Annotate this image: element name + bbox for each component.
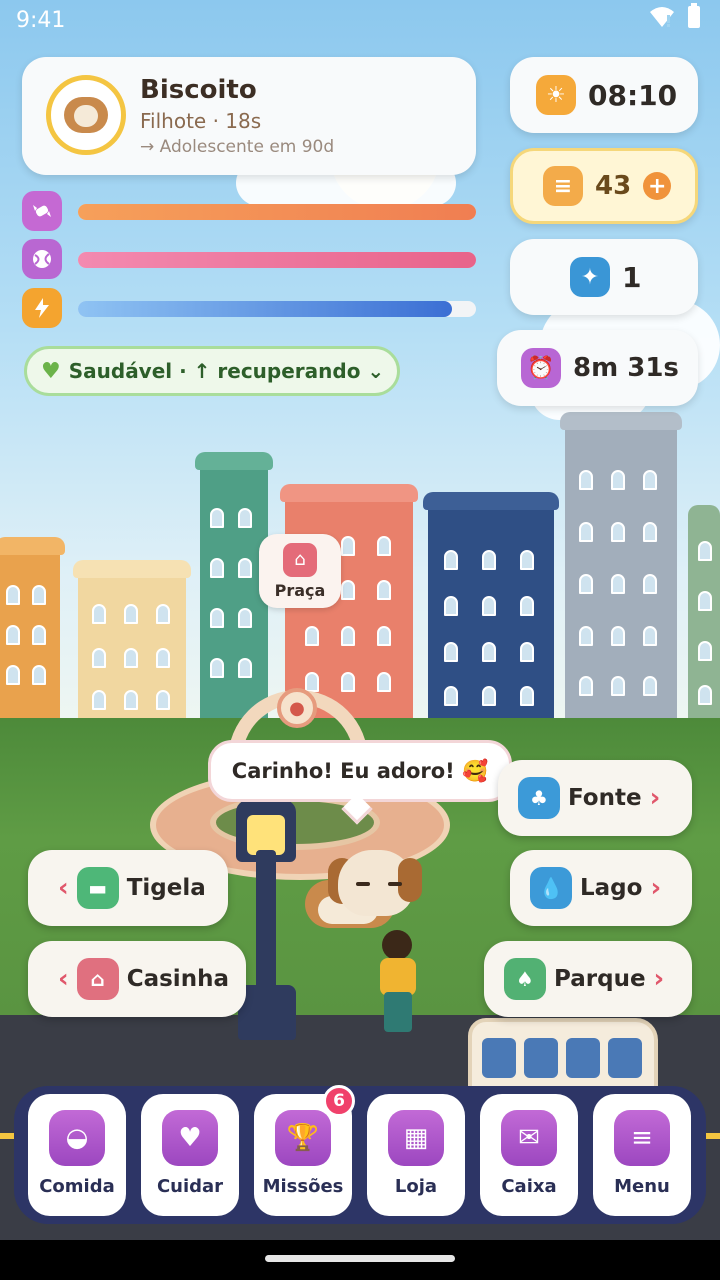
energy-stat (22, 288, 476, 328)
nav-button-tigela[interactable]: ‹ ▬ Tigela (28, 850, 228, 926)
heart-plus-icon: ♥ (162, 1110, 218, 1166)
lightning-icon (22, 288, 62, 328)
shop-icon: ▦ (388, 1110, 444, 1166)
chevron-right-icon: › (650, 873, 662, 903)
doghouse-icon: ⌂ (76, 958, 119, 1000)
dock-label: Missões (262, 1176, 344, 1197)
building (423, 492, 559, 720)
coins-value: 43 (595, 171, 632, 201)
mailbox-icon: ✉ (501, 1110, 557, 1166)
pet-speech-bubble: Carinho! Eu adoro! 🥰 (208, 740, 512, 802)
chevron-right-icon: › (653, 964, 665, 994)
clock-time: 08:10 (588, 78, 678, 112)
houses-icon: ⌂ (283, 542, 317, 577)
green-heart-icon: ♥ (41, 358, 61, 384)
pet-next-stage: → Adolescente em 90d (140, 137, 335, 157)
dock-label: Comida (39, 1176, 115, 1197)
tree-icon: ♠ (504, 958, 546, 1000)
paw-emblem-icon: ● (277, 688, 317, 728)
chevron-left-icon: ‹ (58, 964, 69, 994)
game-clock: ☀ 08:10 (510, 57, 698, 133)
nav-button-parque[interactable]: ♠ Parque › (484, 941, 692, 1017)
fun-bar (78, 252, 476, 268)
add-coins-icon[interactable]: + (643, 172, 672, 200)
lamp-post (256, 850, 276, 990)
pedestrian (374, 930, 424, 1040)
home-indicator[interactable] (265, 1255, 455, 1262)
alarm-clock-icon: ⏰ (521, 348, 561, 388)
building (0, 537, 65, 720)
building (560, 412, 682, 720)
hamburger-menu-icon: ≡ (614, 1110, 670, 1166)
dock-button-loja[interactable]: ▦ Loja (367, 1094, 465, 1216)
dock-label: Cuidar (156, 1176, 224, 1197)
sparkles-icon: ✦ (570, 257, 610, 297)
dock-label: Menu (614, 1176, 670, 1197)
nav-label: Tigela (126, 875, 206, 901)
lamp-light (247, 815, 285, 855)
building (688, 505, 720, 720)
bowl-icon: ▬ (76, 867, 119, 909)
dock-button-caixa[interactable]: ✉ Caixa (480, 1094, 578, 1216)
water-drop-icon: 💧 (530, 867, 572, 909)
pet-avatar (46, 75, 126, 155)
dock-label: Caixa (501, 1176, 557, 1197)
location-label: Praça (274, 580, 326, 600)
stars-counter[interactable]: ✦ 1 (510, 239, 698, 315)
status-icons (650, 3, 700, 28)
alarm-timer[interactable]: ⏰ 8m 31s (497, 330, 698, 406)
chevron-left-icon: ‹ (58, 873, 69, 903)
wifi-icon (650, 7, 674, 27)
trophy-icon: 🏆 (275, 1110, 331, 1166)
dock-button-comida[interactable]: ◒ Comida (28, 1094, 126, 1216)
battery-icon (688, 3, 700, 28)
energy-bar (78, 301, 453, 317)
nav-label: Parque (554, 966, 646, 992)
pet-stage: Filhote · 18s (140, 109, 262, 133)
nav-label: Fonte (568, 785, 642, 811)
coins-icon: ≡ (543, 166, 583, 206)
building (73, 560, 191, 720)
nav-button-casinha[interactable]: ‹ ⌂ Casinha (28, 941, 246, 1017)
fun-stat (22, 239, 476, 279)
chevron-right-icon: › (649, 783, 661, 813)
speech-text: Carinho! Eu adoro! 🥰 (231, 758, 489, 783)
building (195, 452, 273, 720)
hunger-stat (22, 191, 476, 231)
nav-label: Lago (580, 875, 643, 901)
coins-counter[interactable]: ≡ 43 + (510, 148, 698, 224)
ball-icon (22, 239, 62, 279)
health-status-pill[interactable]: ♥ Saudável · ↑ recuperando ⌄ (24, 346, 400, 396)
hunger-bar (78, 204, 476, 220)
pet-dog[interactable] (300, 850, 422, 930)
location-chip[interactable]: ⌂ Praça (259, 534, 341, 608)
candy-icon (22, 191, 62, 231)
pet-info-card[interactable]: Biscoito Filhote · 18s → Adolescente em … (22, 57, 476, 175)
pet-name: Biscoito (140, 75, 257, 105)
nav-button-lago[interactable]: 💧 Lago › (510, 850, 692, 926)
dock-label: Loja (394, 1176, 438, 1197)
nav-button-fonte[interactable]: ♣ Fonte › (498, 760, 692, 836)
palm-tree-icon: ♣ (518, 777, 560, 819)
stars-value: 1 (622, 260, 642, 294)
dock-button-menu[interactable]: ≡ Menu (593, 1094, 691, 1216)
food-bowl-icon: ◒ (49, 1110, 105, 1166)
missions-badge: 6 (323, 1085, 355, 1117)
lamp-base (238, 985, 296, 1040)
status-time: 9:41 (16, 8, 66, 33)
health-status-label: Saudável · ↑ recuperando ⌄ (68, 359, 385, 383)
dock-button-cuidar[interactable]: ♥ Cuidar (141, 1094, 239, 1216)
sun-icon: ☀ (536, 75, 576, 115)
timer-value: 8m 31s (573, 353, 679, 383)
nav-label: Casinha (126, 966, 229, 992)
